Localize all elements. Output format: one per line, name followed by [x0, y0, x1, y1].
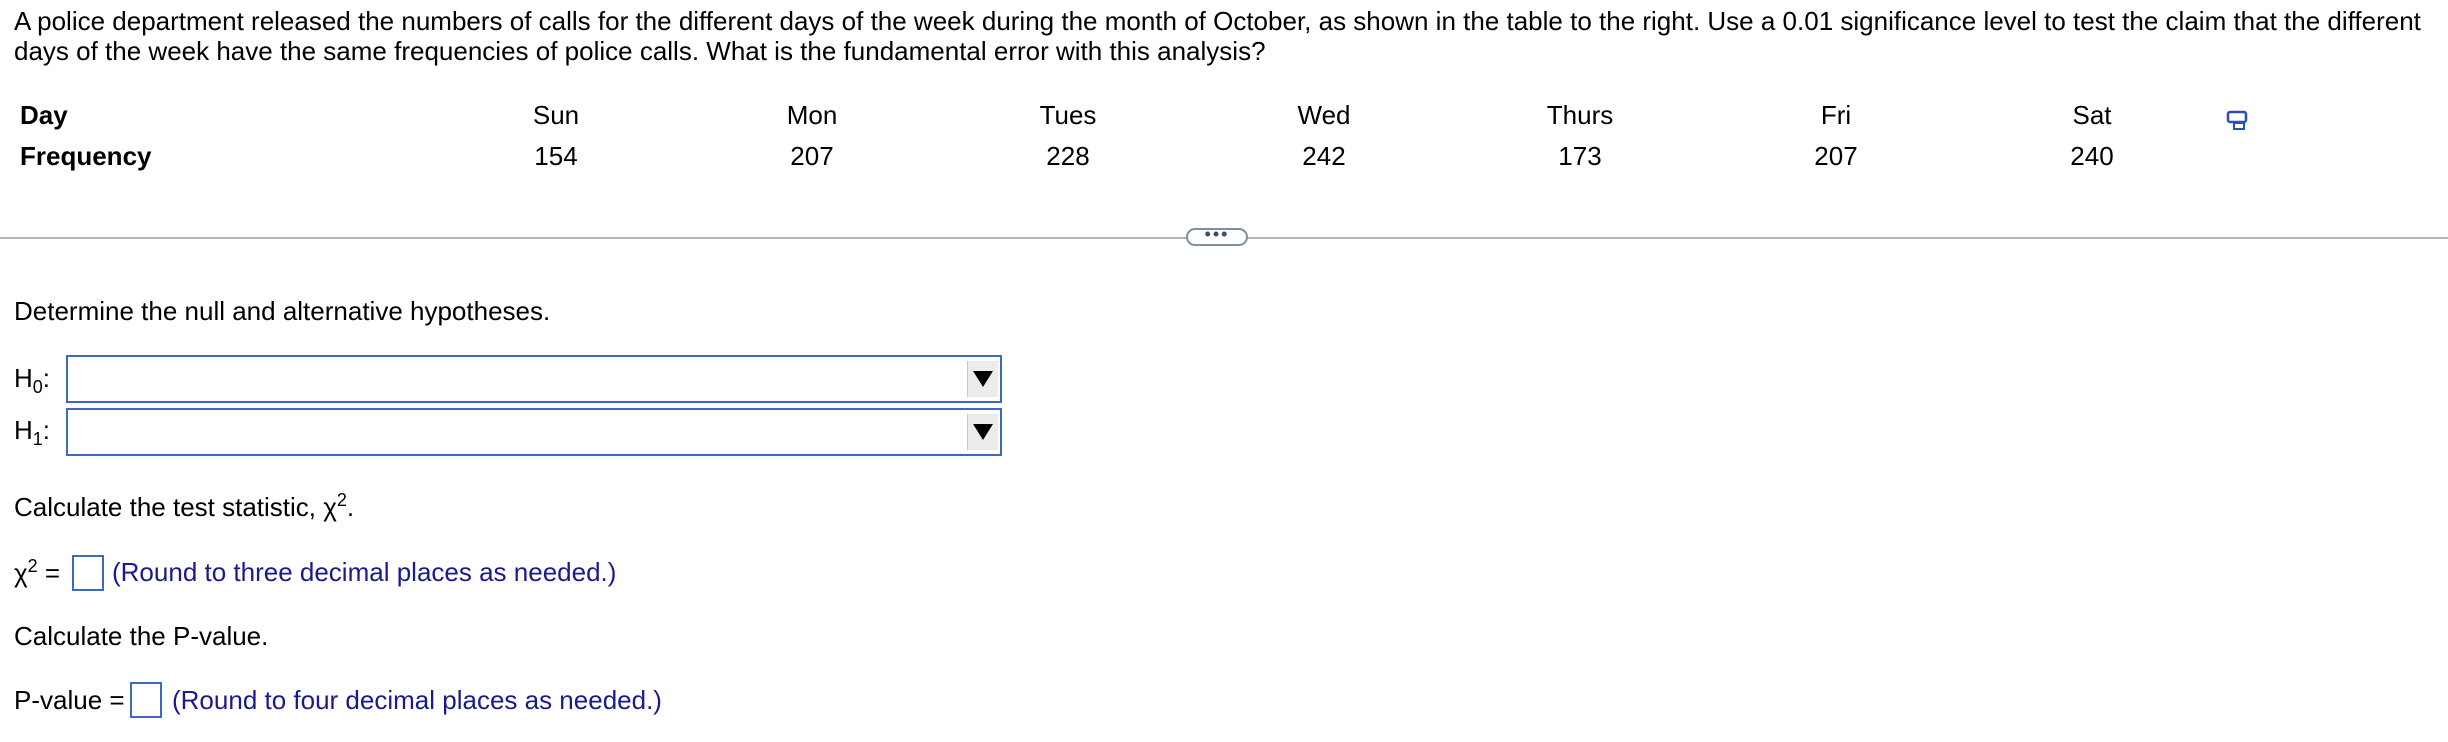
p-value-rounding-hint: (Round to four decimal places as needed.… — [172, 685, 662, 715]
chi-square-label: χ2 = — [14, 556, 61, 588]
copy-data-icon[interactable] — [2226, 108, 2250, 134]
freq-fri: 207 — [1814, 141, 1858, 171]
h0-dropdown[interactable] — [66, 355, 1002, 403]
test-statistic-prompt: Calculate the test statistic, χ2. — [14, 490, 355, 522]
freq-sun: 154 — [534, 141, 578, 171]
day-tues: Tues — [1039, 100, 1097, 130]
chi-square-input[interactable] — [72, 555, 104, 591]
freq-mon: 207 — [790, 141, 834, 171]
hypotheses-prompt: Determine the null and alternative hypot… — [14, 296, 551, 326]
frequency-header: Frequency — [20, 141, 152, 171]
p-value-prompt: Calculate the P-value. — [14, 621, 269, 651]
frequency-table: Day Frequency Sun Mon Tues Wed Thurs Fri… — [0, 98, 2448, 178]
day-sat: Sat — [2072, 100, 2112, 130]
day-header: Day — [20, 100, 68, 130]
freq-wed: 242 — [1302, 141, 1346, 171]
h0-label: H0: — [14, 363, 51, 397]
freq-sat: 240 — [2070, 141, 2114, 171]
show-more-button[interactable]: ••• — [1186, 224, 1248, 246]
p-value-label: P-value = — [14, 685, 125, 715]
day-thurs: Thurs — [1546, 100, 1614, 130]
day-sun: Sun — [532, 100, 580, 130]
dropdown-arrow-icon[interactable] — [967, 361, 998, 397]
ellipsis-icon: ••• — [1204, 224, 1230, 244]
question-text: A police department released the numbers… — [14, 6, 2421, 66]
day-fri: Fri — [1820, 100, 1852, 130]
p-value-input[interactable] — [130, 682, 162, 718]
freq-tues: 228 — [1046, 141, 1090, 171]
day-mon: Mon — [786, 100, 838, 130]
freq-thurs: 173 — [1558, 141, 1602, 171]
dropdown-arrow-icon[interactable] — [967, 414, 998, 450]
day-wed: Wed — [1297, 100, 1351, 130]
chi-square-rounding-hint: (Round to three decimal places as needed… — [112, 557, 617, 587]
h1-dropdown[interactable] — [66, 408, 1002, 456]
h1-label: H1: — [14, 415, 51, 449]
